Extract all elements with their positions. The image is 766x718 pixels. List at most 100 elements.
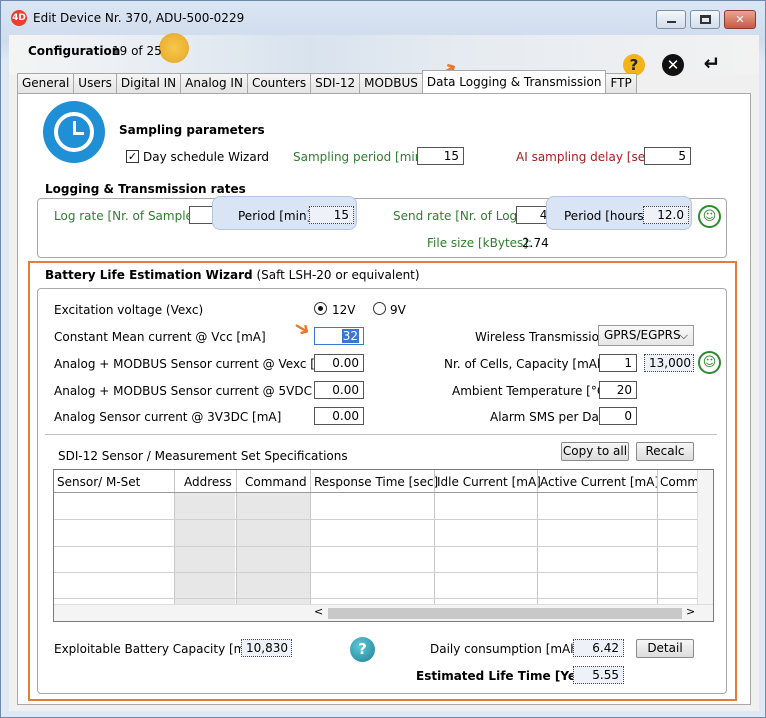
ambient-input[interactable]: 20 [599,381,637,399]
col-divider [310,470,311,605]
minimize-button[interactable] [656,10,686,29]
sampling-clock-icon [43,101,105,163]
col-header-address[interactable]: Address [184,475,232,489]
battery-heading-title: Battery Life Estimation Wizard [45,268,253,282]
table-row[interactable] [54,519,699,520]
excitation-9v-radio[interactable] [373,302,386,315]
col-divider [434,470,435,605]
daily-consumption-value: 6.42 [573,639,624,657]
tab-digital-in[interactable]: Digital IN [115,73,182,93]
col-header-idle-current[interactable]: Idle Current [mA] [437,475,541,489]
alarm-sms-label: Alarm SMS per Day [490,410,606,424]
log-period-value: 15 [309,206,354,224]
rates-ok-smiley-icon: ☺ [698,205,721,228]
minimize-icon [667,21,676,23]
log-period-label: Period [min] [238,209,312,223]
file-size-label: File size [kBytes]: [427,236,533,250]
window-title: Edit Device Nr. 370, ADU-500-0229 [33,11,245,25]
excitation-9v-label: 9V [390,303,406,317]
recalc-button[interactable]: Recalc [636,442,694,461]
tab-sdi-12[interactable]: SDI-12 [310,73,361,93]
day-schedule-label: Day schedule Wizard [143,150,270,164]
tab-general[interactable]: General [17,73,75,93]
command-column-bg [236,492,310,605]
constant-current-value: 32 [341,329,359,343]
edit-device-window: 4D Edit Device Nr. 370, ADU-500-0229 ✕ C… [0,0,766,718]
analog-3v3-label: Analog Sensor current @ 3V3DC [mA] [54,410,282,424]
send-period-label: Period [hours] [564,209,649,223]
ai-delay-label: AI sampling delay [sec] [516,150,657,164]
col-divider [236,470,237,605]
cells-label: Nr. of Cells, Capacity [mAh] [444,357,610,371]
analog-modbus-5v-input[interactable]: 0.00 [314,381,364,399]
analog-modbus-vexc-label: Analog + MODBUS Sensor current @ Vexc [m… [54,357,340,371]
exploitable-capacity-label: Exploitable Battery Capacity [mAh] [54,642,266,656]
tab-modbus[interactable]: MODBUS [359,73,423,93]
table-row[interactable] [54,572,699,573]
chevron-down-icon: ⌵ [679,329,688,342]
maximize-icon [700,15,711,24]
daily-consumption-label: Daily consumption [mAh] [430,642,583,656]
cells-input[interactable]: 1 [599,354,637,372]
section-divider [45,434,717,435]
title-bar[interactable]: 4D Edit Device Nr. 370, ADU-500-0229 ✕ [1,1,765,35]
app-icon: 4D [11,10,27,26]
excitation-12v-radio[interactable] [314,302,327,315]
scroll-thumb[interactable] [328,608,682,619]
col-header-command[interactable]: Command [245,475,307,489]
col-header-comm[interactable]: Comm [660,475,699,489]
constant-current-input[interactable]: 32 [314,327,364,345]
capacity-value: 13,000 [644,354,694,372]
detail-button[interactable]: Detail [636,639,694,658]
sampling-period-input[interactable]: 15 [417,147,464,165]
copy-to-all-button[interactable]: Copy to all [561,442,629,461]
day-schedule-checkbox[interactable]: ✓ [126,150,139,163]
send-rate-label: Send rate [Nr. of Logs] [393,209,529,223]
sun-decoration-icon [159,33,189,63]
close-dialog-icon[interactable]: ✕ [662,54,684,76]
sdi12-heading: SDI-12 Sensor / Measurement Set Specific… [58,449,348,463]
maximize-button[interactable] [690,10,720,29]
analog-modbus-vexc-input[interactable]: 0.00 [314,354,364,372]
ambient-label: Ambient Temperature [°C] [452,384,610,398]
wireless-label: Wireless Transmission [475,330,607,344]
ai-delay-input[interactable]: 5 [644,147,691,165]
wireless-select[interactable]: GPRS/EGPRS ⌵ [598,325,694,346]
col-header-active-current[interactable]: Active Current [mA] [540,475,659,489]
col-divider [174,470,175,605]
table-row[interactable] [54,546,699,547]
sampling-period-label: Sampling period [min] [293,150,428,164]
return-icon[interactable]: ↵ [699,52,725,74]
wireless-select-value: GPRS/EGPRS [604,328,681,342]
tab-strip: General Users Digital IN Analog IN Count… [17,70,637,93]
battery-heading: Battery Life Estimation Wizard (Saft LSH… [45,268,420,282]
excitation-label: Excitation voltage (Vexc) [54,303,204,317]
tab-analog-in[interactable]: Analog IN [180,73,248,93]
analog-3v3-input[interactable]: 0.00 [314,407,364,425]
exploitable-capacity-value: 10,830 [241,639,292,657]
sdi12-table[interactable]: Sensor/ M-Set Address Command Response T… [53,469,714,622]
col-header-sensor[interactable]: Sensor/ M-Set [57,475,140,489]
log-rate-label: Log rate [Nr. of Samples] [54,209,204,223]
alarm-sms-input[interactable]: 0 [599,407,637,425]
send-period-value: 12.0 [643,206,689,224]
lifetime-value: 5.55 [573,666,624,684]
scroll-right-icon[interactable]: > [686,605,695,618]
battery-heading-note: (Saft LSH-20 or equivalent) [256,268,420,282]
close-window-icon: ✕ [735,13,745,26]
tab-users[interactable]: Users [73,73,117,93]
vertical-scrollbar[interactable] [697,470,713,605]
sampling-heading: Sampling parameters [119,123,265,137]
analog-modbus-5v-label: Analog + MODBUS Sensor current @ 5VDC [m… [54,384,346,398]
battery-help-icon[interactable]: ? [350,637,375,662]
col-divider [537,470,538,605]
tab-ftp[interactable]: FTP [605,73,637,93]
excitation-12v-label: 12V [332,303,356,317]
col-header-response-time[interactable]: Response Time [sec] [314,475,438,489]
tab-counters[interactable]: Counters [246,73,312,93]
table-row[interactable] [54,598,699,599]
tab-data-logging[interactable]: Data Logging & Transmission [421,70,607,93]
horizontal-scrollbar[interactable]: < > [54,604,713,621]
scroll-left-icon[interactable]: < [314,605,323,618]
close-window-button[interactable]: ✕ [724,10,756,29]
